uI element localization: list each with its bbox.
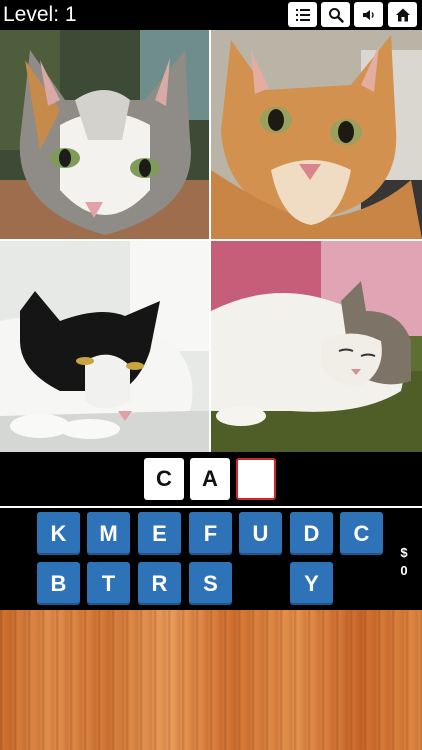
answer-slot-3[interactable]: [236, 458, 276, 500]
letter-keyboard: K M E F U D C B T R S Y $ 0: [0, 508, 422, 610]
letter-key-c[interactable]: C: [340, 512, 383, 555]
orange-tabby-cat-image: [211, 30, 422, 239]
letter-key-b[interactable]: B: [37, 562, 80, 605]
list-button[interactable]: [288, 2, 317, 27]
letter-key-t[interactable]: T: [87, 562, 130, 605]
home-button[interactable]: [388, 2, 417, 27]
black-white-cat-image: [0, 241, 209, 452]
letter-key-r[interactable]: R: [138, 562, 181, 605]
letter-key-e[interactable]: E: [138, 512, 181, 555]
letter-key-f[interactable]: F: [189, 512, 232, 555]
wood-background: [0, 610, 422, 750]
letter-key-u[interactable]: U: [239, 512, 282, 555]
home-icon: [395, 8, 410, 21]
sound-button[interactable]: [354, 2, 383, 27]
speaker-icon: [362, 9, 374, 20]
answer-slot-1[interactable]: C: [144, 458, 184, 500]
letter-key-k[interactable]: K: [37, 512, 80, 555]
calico-cat-image: [0, 30, 209, 239]
letter-key-d[interactable]: D: [290, 512, 333, 555]
list-icon: [295, 8, 310, 21]
coin-symbol: $: [400, 545, 408, 560]
letter-key-s[interactable]: S: [189, 562, 232, 605]
level-label: Level: 1: [3, 3, 77, 26]
coin-counter: $ 0: [394, 544, 414, 580]
coin-value: 0: [400, 563, 408, 578]
answer-slot-2[interactable]: A: [190, 458, 230, 500]
letter-key-m[interactable]: M: [87, 512, 130, 555]
photo-3[interactable]: [0, 241, 209, 452]
answer-bar: C A: [0, 452, 422, 506]
photo-4[interactable]: [211, 241, 422, 452]
top-bar: Level: 1: [0, 0, 422, 30]
sleeping-cat-grass-image: [211, 241, 422, 452]
magnifier-icon: [328, 7, 344, 23]
letter-key-y[interactable]: Y: [290, 562, 333, 605]
search-button[interactable]: [321, 2, 350, 27]
photo-1[interactable]: [0, 30, 209, 239]
photo-2[interactable]: [211, 30, 422, 239]
photo-grid: [0, 30, 422, 452]
